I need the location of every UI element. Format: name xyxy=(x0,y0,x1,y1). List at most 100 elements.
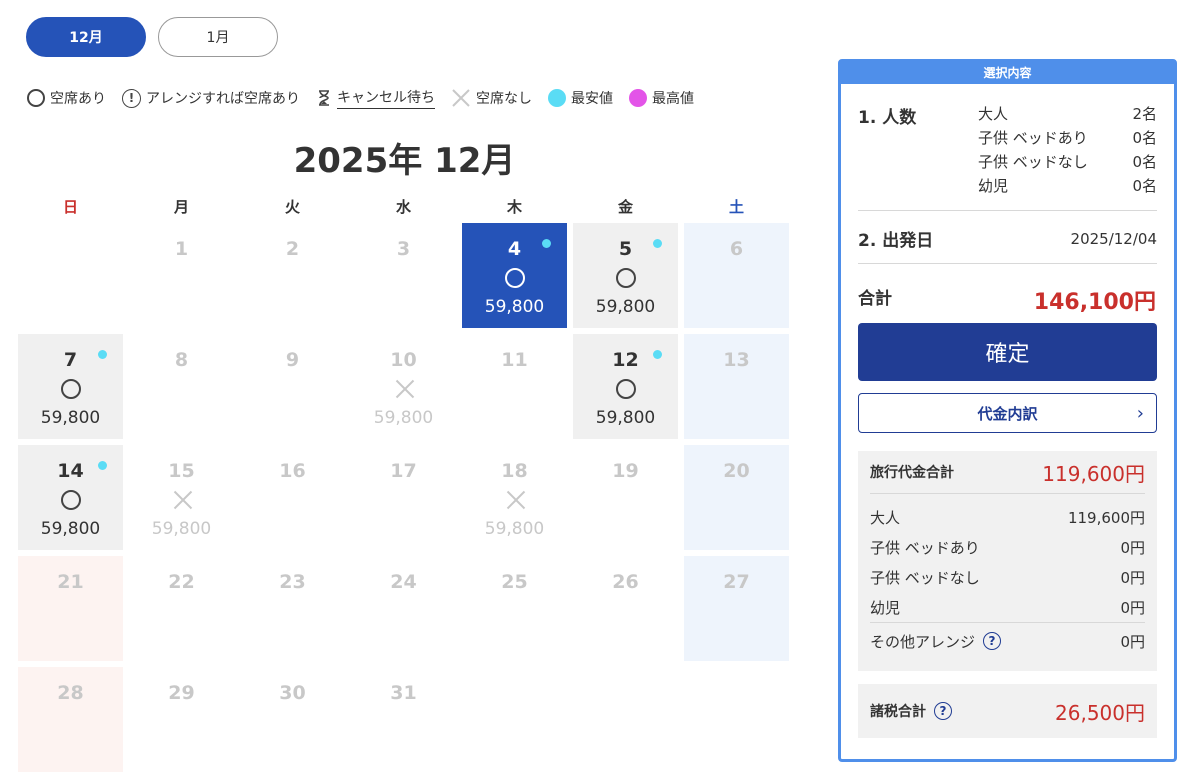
panel-header: 選択内容 xyxy=(841,62,1174,84)
circle-icon xyxy=(60,490,81,510)
calendar-day-27: 27 xyxy=(684,556,789,661)
tab-january[interactable]: 1月 xyxy=(158,17,278,57)
weekday-wed: 水 xyxy=(395,198,411,216)
day-price: 59,800 xyxy=(595,297,656,317)
travel-total-row: 旅行代金合計 119,600円 xyxy=(870,451,1145,493)
day-number: 8 xyxy=(174,349,189,371)
day-number: 16 xyxy=(279,460,306,482)
tax-row: 諸税合計? 26,500円 xyxy=(870,684,1145,738)
weekday-sat: 土 xyxy=(728,198,744,216)
calendar-day-4[interactable]: 4 59,800 xyxy=(462,223,567,328)
calendar-day-29: 29 xyxy=(129,667,234,772)
cross-icon xyxy=(451,88,471,108)
date-section: 2. 出発日 2025/12/04 xyxy=(858,226,1157,252)
people-row: 大人 2名 xyxy=(978,105,1157,123)
calendar-day-31: 31 xyxy=(351,667,456,772)
divider xyxy=(858,210,1157,211)
calendar-day-10: 10 59,800 xyxy=(351,334,456,439)
weekday-header: 日 月 火 水 木 金 土 xyxy=(18,196,794,217)
circle-icon xyxy=(60,379,81,399)
day-number: 26 xyxy=(612,571,639,593)
day-price: 59,800 xyxy=(484,297,545,317)
calendar-day-14[interactable]: 14 59,800 xyxy=(18,445,123,550)
day-price: 59,800 xyxy=(151,519,212,539)
other-arrange-row: その他アレンジ? 0円 xyxy=(870,632,1145,651)
day-price: 59,800 xyxy=(484,519,545,539)
legend-lowest: 最安値 xyxy=(548,88,613,108)
day-number: 2 xyxy=(285,238,300,260)
calendar-day-7[interactable]: 7 59,800 xyxy=(18,334,123,439)
day-number: 22 xyxy=(168,571,195,593)
weekday-thu: 木 xyxy=(506,198,522,216)
calendar-day-17: 17 xyxy=(351,445,456,550)
confirm-button[interactable]: 確定 xyxy=(858,323,1157,381)
calendar-day-20: 20 xyxy=(684,445,789,550)
weekday-tue: 火 xyxy=(284,198,300,216)
day-price: 59,800 xyxy=(40,519,101,539)
calendar-day-2: 2 xyxy=(240,223,345,328)
day-number: 11 xyxy=(501,349,528,371)
day-number: 23 xyxy=(279,571,306,593)
day-number: 10 xyxy=(390,349,417,371)
tax-label: 諸税合計 xyxy=(870,704,926,720)
calendar-day-13: 13 xyxy=(684,334,789,439)
selection-panel: 選択内容 1. 人数 大人 2名 子供 ベッドあり 0名 子供 ベッドなし 0名 幼児… xyxy=(838,59,1177,762)
calendar-day-16: 16 xyxy=(240,445,345,550)
cross-icon xyxy=(505,490,525,510)
people-row: 幼児 0名 xyxy=(978,177,1157,195)
breakdown-label: 代金内訳 xyxy=(977,404,1038,423)
travel-cost-box: 旅行代金合計 119,600円 大人 119,600円 子供 ベッドあり 0円 子供… xyxy=(858,451,1157,671)
day-number: 21 xyxy=(57,571,84,593)
legend-full: 空席なし xyxy=(451,88,532,108)
tax-box: 諸税合計? 26,500円 xyxy=(858,684,1157,738)
calendar-day-8: 8 xyxy=(129,334,234,439)
divider xyxy=(858,263,1157,264)
day-price: 59,800 xyxy=(40,408,101,428)
calendar-day-26: 26 xyxy=(573,556,678,661)
day-number: 9 xyxy=(285,349,300,371)
day-number: 6 xyxy=(729,238,744,260)
people-row: 子供 ベッドなし 0名 xyxy=(978,153,1157,171)
day-number: 20 xyxy=(723,460,750,482)
help-icon[interactable]: ? xyxy=(983,632,1002,650)
travel-row: 子供 ベッドなし 0円 xyxy=(870,568,1145,587)
day-number: 3 xyxy=(396,238,411,260)
circle-icon xyxy=(504,268,525,288)
weekday-sun: 日 xyxy=(62,198,78,216)
travel-total-value: 119,600円 xyxy=(1042,461,1145,486)
calendar-day-24: 24 xyxy=(351,556,456,661)
travel-row: 子供 ベッドあり 0円 xyxy=(870,538,1145,557)
legend-arrange: ! アレンジすれば空席あり xyxy=(122,88,300,108)
highest-dot-icon xyxy=(629,89,647,107)
day-number: 31 xyxy=(390,682,417,704)
day-number: 1 xyxy=(174,238,189,260)
day-number: 14 xyxy=(57,460,84,482)
weekday-mon: 月 xyxy=(173,198,189,216)
calendar-day-1: 1 xyxy=(129,223,234,328)
calendar-day-21: 21 xyxy=(18,556,123,661)
day-number: 17 xyxy=(390,460,417,482)
hourglass-icon xyxy=(316,89,332,107)
legend-cancel-wait[interactable]: キャンセル待ち xyxy=(316,87,435,109)
day-number: 13 xyxy=(723,349,750,371)
month-tabs: 12月 1月 xyxy=(26,17,278,57)
tab-december[interactable]: 12月 xyxy=(26,17,146,57)
calendar-day-30: 30 xyxy=(240,667,345,772)
circle-icon xyxy=(615,379,636,399)
calendar-empty-cell xyxy=(18,223,123,328)
day-price: 59,800 xyxy=(595,408,656,428)
day-number: 18 xyxy=(501,460,528,482)
travel-row: 大人 119,600円 xyxy=(870,508,1145,527)
day-number: 29 xyxy=(168,682,195,704)
calendar-day-18: 18 59,800 xyxy=(462,445,567,550)
cross-icon xyxy=(172,490,192,510)
help-icon[interactable]: ? xyxy=(934,702,952,720)
lowest-dot-icon xyxy=(653,350,662,359)
calendar-day-12[interactable]: 12 59,800 xyxy=(573,334,678,439)
calendar-day-15: 15 59,800 xyxy=(129,445,234,550)
legend: 空席あり ! アレンジすれば空席あり キャンセル待ち 空席なし 最安値 最高値 xyxy=(27,87,710,109)
day-number: 19 xyxy=(612,460,639,482)
circle-icon xyxy=(27,89,45,107)
price-breakdown-button[interactable]: 代金内訳 › xyxy=(858,393,1157,433)
calendar-day-5[interactable]: 5 59,800 xyxy=(573,223,678,328)
